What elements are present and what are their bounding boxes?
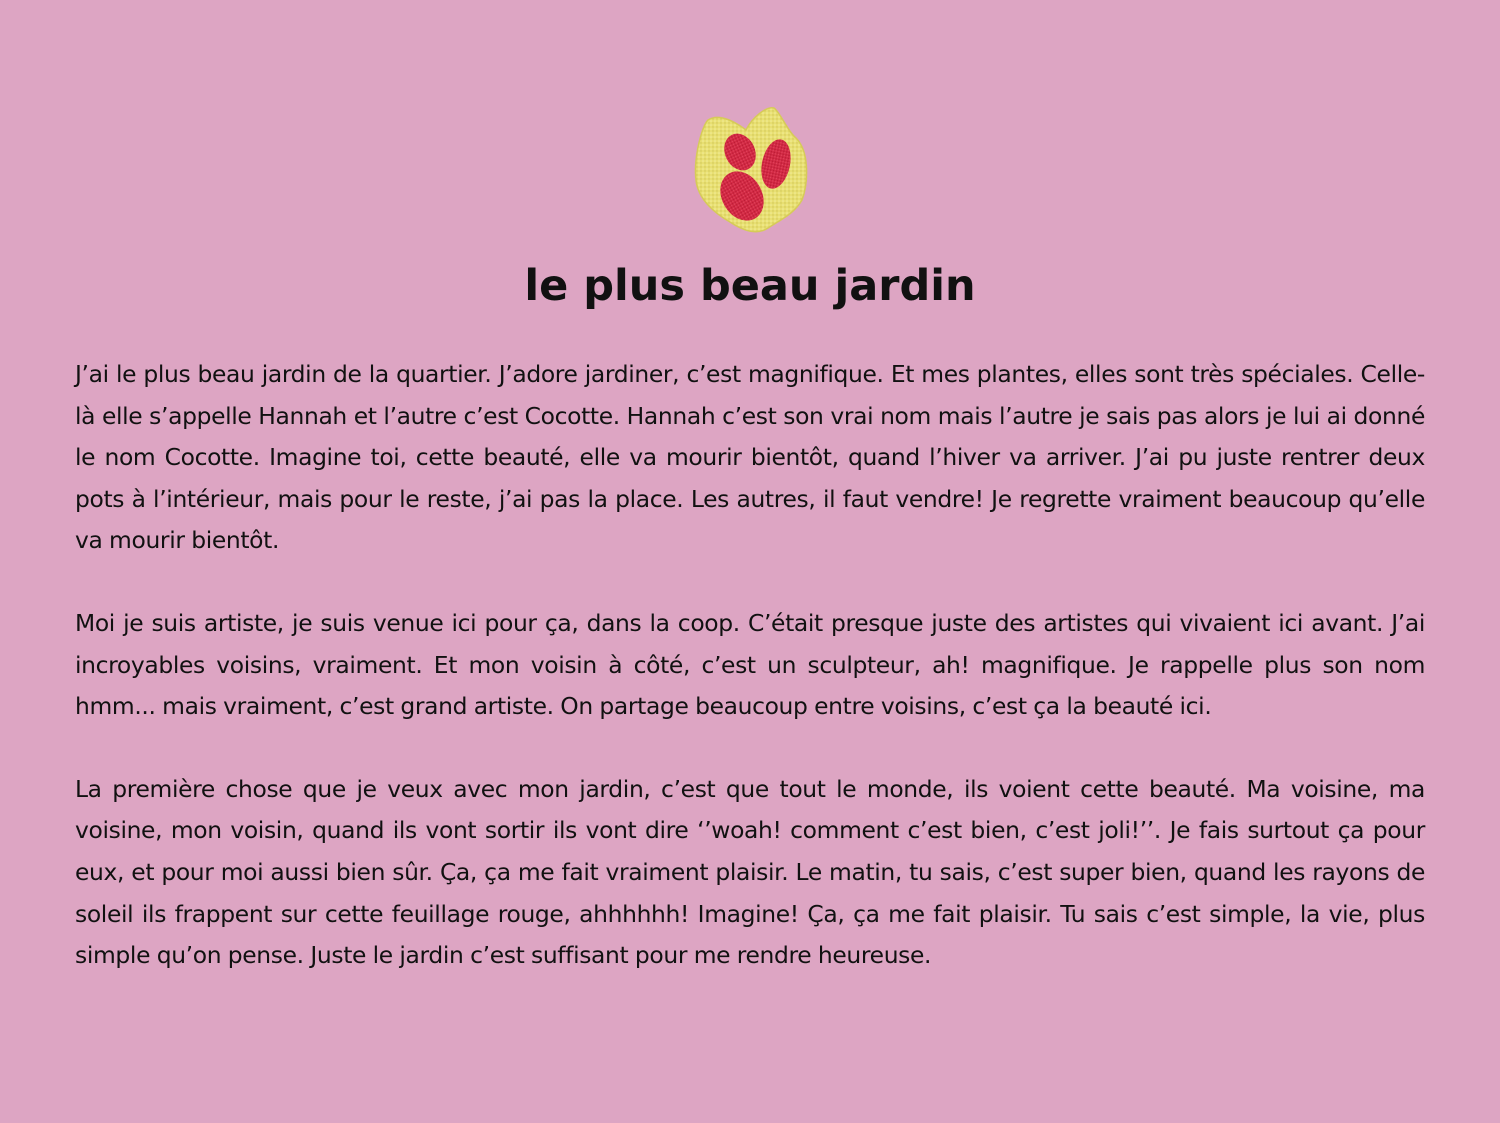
berry-leaf-icon [690, 104, 812, 236]
page: le plus beau jardin J’ai le plus beau ja… [0, 0, 1500, 1123]
page-title: le plus beau jardin [524, 261, 976, 311]
paragraph-2: Moi je suis artiste, je suis venue ici p… [75, 608, 1425, 721]
berry-leaf-graphic [694, 107, 808, 233]
article-body: J’ai le plus beau jardin de la quartier.… [75, 354, 1425, 1018]
paragraph-1: J’ai le plus beau jardin de la quartier.… [75, 360, 1425, 555]
paragraph-3: La première chose que je veux avec mon j… [75, 774, 1425, 970]
